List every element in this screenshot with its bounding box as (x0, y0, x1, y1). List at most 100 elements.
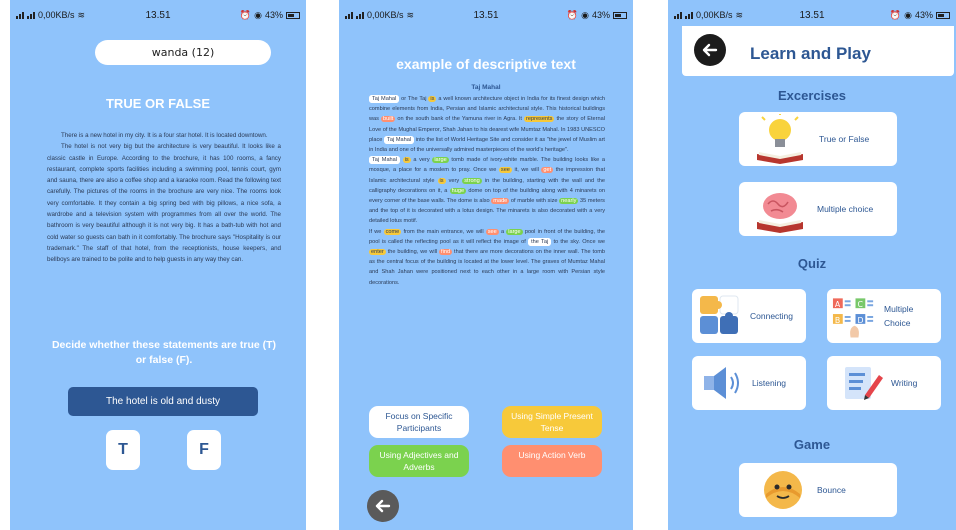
passage-text: of marble with size (509, 198, 560, 205)
passage-paragraph: The hotel is not very big but the archit… (47, 143, 281, 264)
passage-text: very (445, 177, 463, 184)
quiz-listening[interactable]: Listening (692, 356, 806, 410)
quiz-label: Multiple Choice (884, 304, 914, 328)
page-title: example of descriptive text (396, 56, 576, 72)
highlight-participant: Taj Mahal (384, 135, 415, 144)
legend-action-verb[interactable]: Using Action Verb (502, 445, 602, 477)
quiz-label: Writing (891, 378, 918, 388)
battery-icon (936, 11, 950, 19)
clock: 13.51 (145, 9, 171, 21)
passage-text: the building, we will (385, 249, 440, 256)
wifi-icon: ≋ (735, 9, 744, 20)
legend-present-tense[interactable]: Using Simple Present Tense (502, 406, 602, 438)
battery-level: 43% (914, 10, 933, 20)
status-bar: 0,00KB/s ≋ 13.51 ⏰ ◉ 43% (339, 0, 633, 30)
exercise-label: True or False (819, 134, 870, 144)
back-button[interactable] (367, 490, 399, 522)
document-pen-icon (845, 367, 883, 400)
reading-passage: There is a new hotel in my city. It is a… (47, 130, 281, 266)
instruction-text: Decide whether these statements are true… (51, 339, 277, 366)
network-speed: 0,00KB/s (367, 10, 404, 20)
arrow-left-icon (375, 499, 391, 513)
highlight-adjective: large (506, 228, 523, 235)
alarm-icon: ⏰ (239, 9, 252, 20)
page-title: TRUE OR FALSE (105, 96, 210, 111)
eye-icon: ◉ (581, 9, 589, 20)
brain-book-icon (757, 193, 803, 233)
true-false-screen: 0,00KB/s ≋ 13.51 ⏰ ◉ 43% wanda (12) TRUE OR… (10, 0, 306, 530)
network-speed: 0,00KB/s (38, 10, 75, 20)
battery-icon (286, 11, 301, 19)
false-button[interactable]: F (187, 430, 221, 470)
highlight-participant: Taj Mahal (369, 95, 400, 103)
passage-paragraph: There is a new hotel in my city. It is a… (61, 132, 268, 139)
lightbulb-book-icon (757, 114, 803, 164)
back-button[interactable] (694, 34, 726, 66)
highlight-adjective: nearly (559, 198, 579, 205)
svg-text:D: D (857, 316, 863, 325)
passage-paragraph: Taj Mahal is a very large tomb made of i… (369, 155, 605, 226)
statement-card: The hotel is old and dusty (68, 387, 258, 416)
learn-and-play-screen: 0,00KB/s ≋ 13.51 ⏰ ◉ 43% Learn and Play Exc… (668, 0, 956, 530)
quiz-connecting[interactable]: Connecting (692, 289, 806, 343)
eye-icon: ◉ (904, 9, 912, 20)
signal-icon (345, 11, 353, 19)
user-name-badge: wanda (12) (95, 40, 271, 65)
game-label: Bounce (817, 485, 846, 495)
battery-icon (613, 11, 627, 19)
text-title: Taj Mahal (471, 84, 501, 91)
clock: 13.51 (473, 9, 499, 21)
battery-level: 43% (265, 10, 284, 20)
signal-icon (356, 11, 364, 19)
passage-text: or The Taj (399, 96, 429, 102)
section-exercises: Excercises (778, 88, 846, 103)
highlight-present-tense: see (498, 167, 512, 174)
bounce-face-icon (764, 471, 802, 509)
alarm-icon: ⏰ (566, 9, 579, 20)
legend-participants[interactable]: Focus on Specific Participants (369, 406, 469, 438)
wifi-icon: ≋ (77, 9, 86, 20)
true-button[interactable]: T (106, 430, 140, 470)
network-speed: 0,00KB/s (696, 10, 733, 20)
passage-text: on the south bank of the Yamuna river in… (395, 116, 524, 123)
puzzle-icon (700, 295, 739, 334)
legend-adjectives[interactable]: Using Adjectives and Adverbs (369, 445, 469, 477)
exercise-multiple-choice[interactable]: Multiple choice (739, 182, 897, 236)
passage-text: to the sky. Once we (551, 238, 605, 245)
battery-level: 43% (591, 10, 610, 20)
descriptive-passage: Taj Mahal or The Taj is a well known arc… (369, 94, 605, 288)
clock: 13.51 (799, 9, 825, 21)
svg-text:C: C (857, 300, 863, 309)
passage-text: If we (369, 228, 384, 235)
highlight-present-tense: enter (369, 249, 386, 256)
svg-text:A: A (835, 300, 841, 309)
alarm-icon: ⏰ (889, 9, 902, 20)
passage-text: it, we will (511, 167, 542, 174)
exercise-true-or-false[interactable]: True or False (739, 112, 897, 166)
passage-text: from the main entrance, we will (401, 228, 486, 235)
eye-icon: ◉ (254, 9, 262, 20)
quiz-multiple-choice[interactable]: A C B D Multiple Choice (827, 289, 941, 343)
quiz-writing[interactable]: Writing (827, 356, 941, 410)
highlight-participant: the Taj (528, 237, 552, 246)
choice-cards-icon: A C B D (832, 298, 874, 338)
signal-icon (16, 11, 24, 19)
signal-icon (674, 11, 682, 19)
game-bounce[interactable]: Bounce (739, 463, 897, 517)
highlight-action-verb: see (485, 228, 499, 235)
highlight-action-verb: get (541, 167, 554, 174)
highlight-action-verb: made (491, 198, 510, 205)
highlight-present-tense: come (383, 228, 402, 235)
quiz-label: Connecting (750, 311, 794, 321)
highlight-adjective: strong (462, 177, 482, 184)
exercise-label: Multiple choice (817, 204, 874, 214)
speaker-icon (704, 367, 739, 399)
passage-paragraph: Taj Mahal or The Taj is a well known arc… (369, 94, 605, 155)
highlight-present-tense: represents (524, 116, 555, 123)
highlight-adjective: large (432, 157, 449, 164)
signal-icon (685, 11, 693, 19)
wifi-icon: ≋ (406, 9, 415, 20)
highlight-present-tense: is (437, 177, 446, 184)
section-quiz: Quiz (797, 256, 827, 271)
passage-text: a very (410, 157, 433, 164)
